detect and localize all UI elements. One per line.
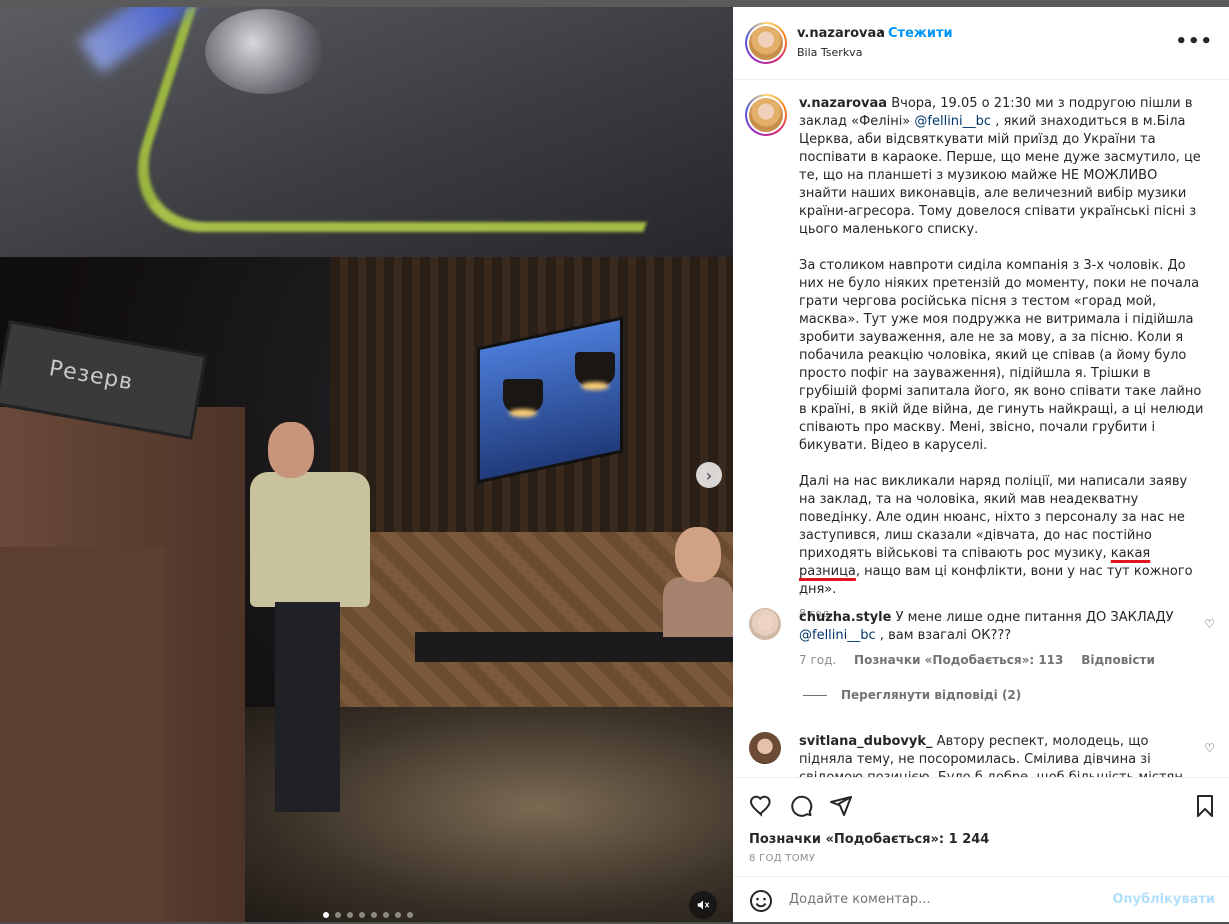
sign-text: Резерв (47, 356, 136, 396)
comment-like-icon[interactable]: ♡ (1204, 741, 1215, 755)
comment-like-icon[interactable]: ♡ (1204, 617, 1215, 631)
comment-age: 7 год. (799, 653, 837, 667)
carousel-dots (323, 912, 413, 918)
post-actions: Позначки «Подобається»: 1 244 8 ГОД ТОМУ… (733, 777, 1229, 923)
carousel-dot (347, 912, 353, 918)
ceiling-led-strip (113, 7, 717, 232)
post-side-panel: v.nazarovaa • Стежити Bila Tserkva ••• v… (733, 7, 1229, 922)
pendant-lamp (575, 352, 615, 386)
location-link[interactable]: Bila Tserkva (797, 46, 862, 59)
comment-text: chuzha.style У мене лише одне питання ДО… (799, 609, 1204, 645)
comment-username[interactable]: chuzha.style (799, 610, 891, 625)
comment-body: , вам взагалі ОК??? (875, 628, 1012, 643)
comment-mention[interactable]: @fellini__bc (799, 628, 876, 643)
disco-ball (205, 9, 325, 94)
more-options-icon[interactable]: ••• (1175, 31, 1213, 52)
browser-top-strip (0, 0, 1229, 7)
comment-likes[interactable]: Позначки «Подобається»: 113 (854, 653, 1063, 667)
emoji-icon[interactable] (747, 887, 775, 915)
bookmark-icon[interactable] (1191, 792, 1219, 820)
comment-body: У мене лише одне питання ДО ЗАКЛАДУ (895, 610, 1174, 625)
post-time: 8 ГОД ТОМУ (749, 853, 816, 864)
comment-text: svitlana_dubovyk_ Автору респект, молоде… (799, 733, 1204, 777)
carousel-dot (383, 912, 389, 918)
author-avatar[interactable] (745, 22, 787, 64)
comment-icon[interactable] (787, 792, 815, 820)
share-icon[interactable] (827, 792, 855, 820)
caption-text: , нащо вам ці конфлікти, вони у нас тут … (799, 564, 1193, 597)
caption-username[interactable]: v.nazarovaa (799, 96, 887, 111)
add-comment-bar: Додайте коментар... Опублікувати (733, 876, 1229, 924)
carousel-dot (407, 912, 413, 918)
comment-username[interactable]: svitlana_dubovyk_ (799, 734, 933, 749)
reply-button[interactable]: Відповісти (1081, 653, 1155, 667)
comment-meta: 7 год. Позначки «Подобається»: 113 Відпо… (799, 653, 1169, 667)
mute-button[interactable] (689, 891, 717, 919)
seated-man (663, 527, 733, 637)
caption-mention[interactable]: @fellini__bc (914, 114, 991, 129)
chevron-right-icon: › (705, 465, 713, 485)
view-replies-label: Переглянути відповіді (2) (841, 688, 1022, 702)
carousel-dot (323, 912, 329, 918)
carousel-dot (359, 912, 365, 918)
carousel-dot (395, 912, 401, 918)
replies-line (803, 694, 827, 696)
caption-paragraph: За столиком навпроти сиділа компанія з 3… (799, 258, 1204, 453)
post-media[interactable]: Резерв › (0, 7, 733, 922)
post-header: v.nazarovaa • Стежити Bila Tserkva ••• (733, 7, 1229, 80)
author-username[interactable]: v.nazarovaa (797, 26, 885, 41)
separator-dot: • (878, 26, 886, 41)
carousel-dot (335, 912, 341, 918)
heart-icon[interactable] (747, 792, 775, 820)
singing-man (250, 422, 370, 812)
post-comment-button[interactable]: Опублікувати (1112, 892, 1215, 907)
commenter-avatar[interactable] (749, 608, 781, 640)
caption-author-avatar[interactable] (745, 94, 787, 136)
post-caption: v.nazarovaa Вчора, 19.05 о 21:30 ми з по… (799, 95, 1204, 623)
comment-input[interactable]: Додайте коментар... (789, 892, 931, 907)
commenter-avatar[interactable] (749, 732, 781, 764)
next-slide-button[interactable]: › (696, 462, 722, 488)
reception-desk-front (0, 547, 165, 922)
view-replies-button[interactable]: Переглянути відповіді (2) (803, 688, 1021, 702)
carousel-dot (371, 912, 377, 918)
likes-count[interactable]: Позначки «Подобається»: 1 244 (749, 832, 989, 847)
caption-text: , який знаходиться в м.Біла Церква, аби … (799, 114, 1201, 237)
comments-scroll-area[interactable]: v.nazarovaa Вчора, 19.05 о 21:30 ми з по… (733, 80, 1229, 777)
pendant-lamp (503, 379, 543, 413)
mute-icon (697, 900, 710, 910)
follow-button[interactable]: Стежити (888, 26, 953, 41)
